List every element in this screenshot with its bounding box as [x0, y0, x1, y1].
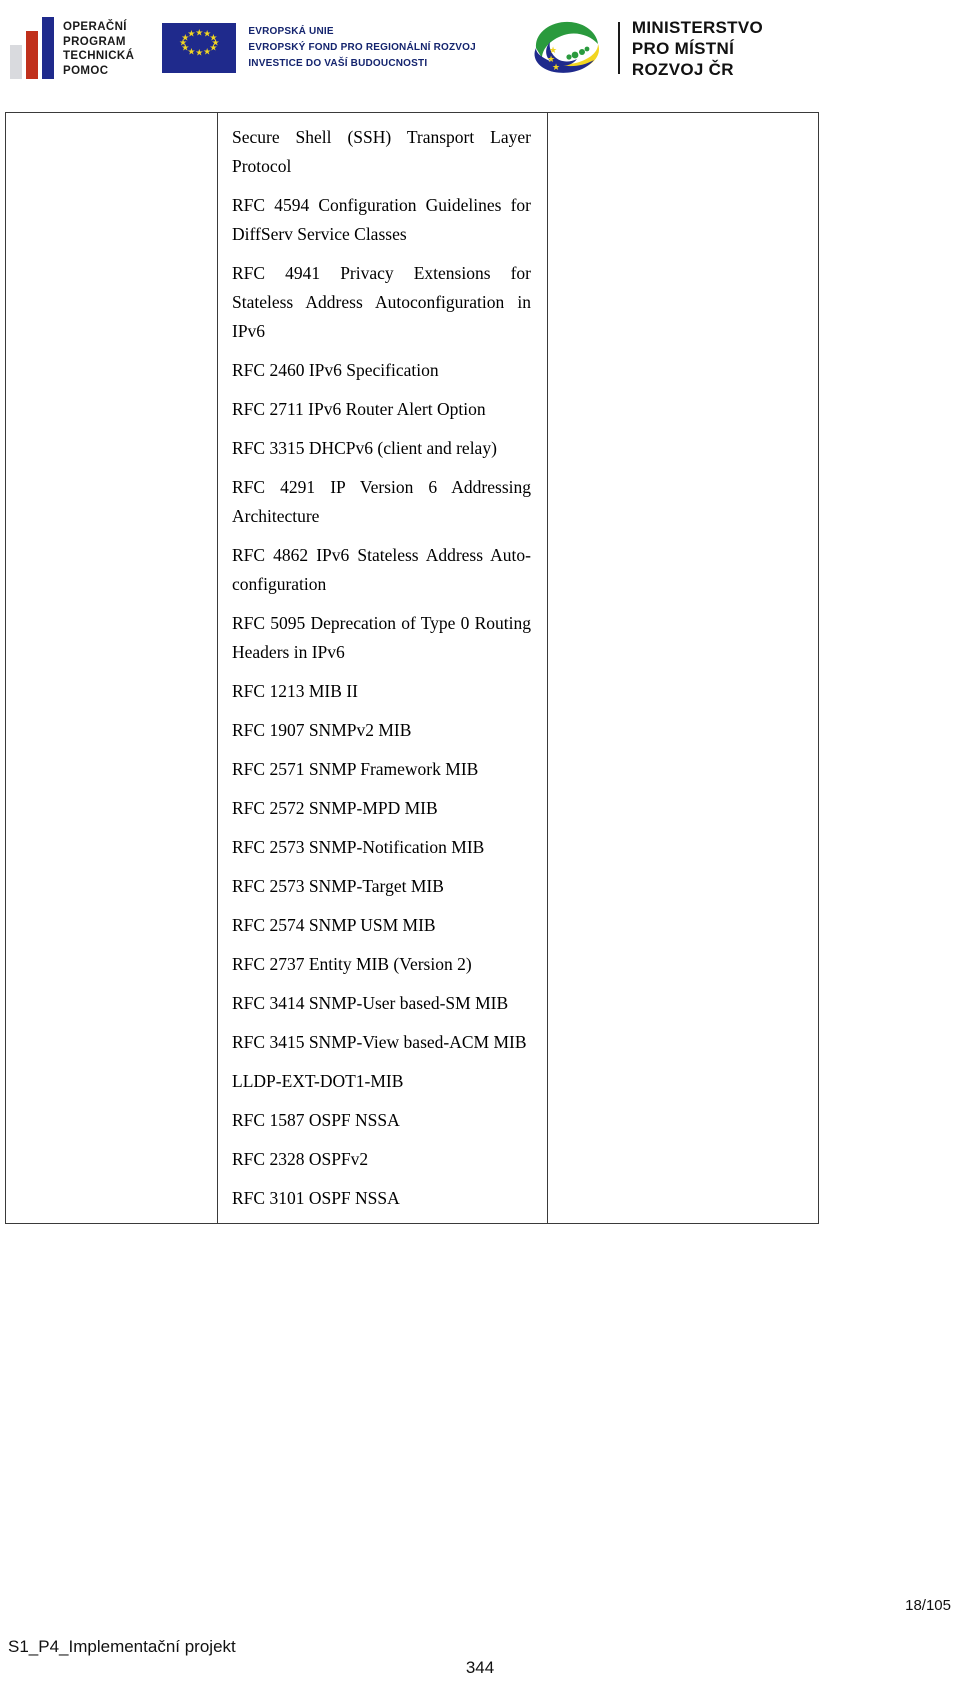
optp-logo-line-1: OPERAČNÍ	[63, 21, 127, 33]
list-item: RFC 3415 SNMP-View based-ACM MIB	[232, 1032, 527, 1052]
optp-bar-red	[26, 31, 38, 79]
table-cell-left-empty	[5, 112, 218, 1224]
eu-logo-text: EVROPSKÁ UNIE EVROPSKÝ FOND PRO REGIONÁL…	[248, 24, 476, 72]
mmr-logo-divider	[617, 22, 620, 74]
mmr-swirl-icon: ★ ★ ★	[534, 21, 599, 73]
rfc-standards-table: Secure Shell (SSH) Transport Layer Proto…	[5, 112, 819, 1224]
footer-page-number: 344	[465, 1658, 495, 1677]
rfc-list: Secure Shell (SSH) Transport Layer Proto…	[218, 113, 547, 1223]
optp-bar-blue	[42, 17, 54, 79]
mmr-logo-line-3: ROZVOJ ČR	[631, 59, 734, 79]
list-item: RFC 2737 Entity MIB (Version 2)	[232, 954, 472, 974]
list-item: RFC 2573 SNMP-Target MIB	[232, 876, 444, 896]
list-item: RFC 4594 Configuration Guidelines for Di…	[232, 195, 531, 244]
mmr-logo: ★ ★ ★ MINISTERSTVO PRO MÍSTNÍ ROZVOJ ČR	[528, 17, 763, 80]
table-row: Secure Shell (SSH) Transport Layer Proto…	[5, 112, 819, 1224]
list-item: RFC 1907 SNMPv2 MIB	[232, 720, 412, 740]
optp-bar-gray	[10, 45, 22, 79]
list-item: RFC 3414 SNMP-User based-SM MIB	[232, 993, 509, 1013]
list-item: RFC 2574 SNMP USM MIB	[232, 915, 436, 935]
list-item: RFC 2328 OSPFv2	[232, 1149, 369, 1169]
list-item: RFC 1587 OSPF NSSA	[232, 1110, 400, 1130]
optp-logo-wordmark: OPERAČNÍ PROGRAM TECHNICKÁ POMOC	[63, 20, 134, 79]
list-item: LLDP-EXT-DOT1-MIB	[232, 1071, 404, 1091]
bar-chart-logo-icon	[10, 17, 54, 79]
mmr-logo-text: MINISTERSTVO PRO MÍSTNÍ ROZVOJ ČR	[632, 17, 763, 80]
table-cell-right-empty	[547, 112, 819, 1224]
list-item: Secure Shell (SSH) Transport Layer Proto…	[232, 127, 531, 176]
list-item: RFC 4862 IPv6 Stateless Address Auto-con…	[232, 545, 531, 594]
footer-document-name: S1_P4_Implementační projekt	[8, 1637, 236, 1656]
list-item: RFC 4291 IP Version 6 Addressing Archite…	[232, 477, 531, 526]
list-item: RFC 2573 SNMP-Notification MIB	[232, 837, 485, 857]
optp-logo-line-4: POMOC	[63, 64, 109, 77]
footer-page-reference: 18/105	[905, 1597, 951, 1614]
list-item: RFC 2571 SNMP Framework MIB	[232, 759, 479, 779]
header-logo-bar: OPERAČNÍ PROGRAM TECHNICKÁ POMOC ★ ★ ★ ★…	[0, 0, 960, 96]
eu-logo: ★ ★ ★ ★ ★ ★ ★ ★ ★ ★ ★ ★ EVROPSKÁ UNIE EV…	[162, 23, 476, 73]
table-cell-rfc-list: Secure Shell (SSH) Transport Layer Proto…	[217, 112, 548, 1224]
list-item: RFC 3315 DHCPv6 (client and relay)	[232, 438, 497, 458]
mmr-logo-line-1: MINISTERSTVO	[631, 17, 764, 37]
optp-logo-line-2: PROGRAM	[63, 35, 126, 48]
eu-logo-line-2: EVROPSKÝ FOND PRO REGIONÁLNÍ ROZVOJ	[248, 42, 476, 53]
list-item: RFC 2572 SNMP-MPD MIB	[232, 798, 438, 818]
list-item: RFC 5095 Deprecation of Type 0 Routing H…	[232, 613, 531, 662]
svg-text:★: ★	[552, 63, 560, 73]
list-item: RFC 1213 MIB II	[232, 681, 358, 701]
eu-logo-line-1: EVROPSKÁ UNIE	[248, 26, 334, 37]
optp-logo: OPERAČNÍ PROGRAM TECHNICKÁ POMOC	[10, 17, 134, 79]
list-item: RFC 2711 IPv6 Router Alert Option	[232, 399, 486, 419]
eu-logo-line-3: INVESTICE DO VAŠÍ BUDOUCNOSTI	[248, 58, 428, 69]
optp-logo-line-3: TECHNICKÁ	[63, 50, 135, 62]
mmr-logo-line-2: PRO MÍSTNÍ	[631, 38, 735, 58]
list-item: RFC 4941 Privacy Extensions for Stateles…	[232, 263, 531, 341]
list-item: RFC 2460 IPv6 Specification	[232, 360, 439, 380]
list-item: RFC 3101 OSPF NSSA	[232, 1188, 400, 1208]
eu-flag-icon: ★ ★ ★ ★ ★ ★ ★ ★ ★ ★ ★ ★	[162, 23, 237, 73]
